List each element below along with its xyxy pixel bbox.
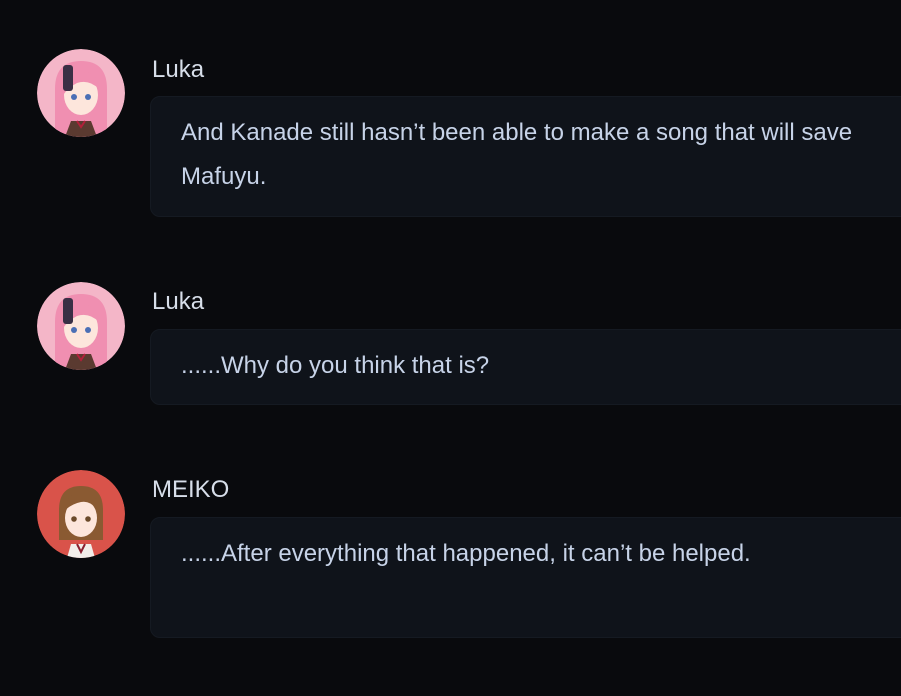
message-text: ......Why do you think that is?	[181, 352, 490, 379]
meiko-avatar-icon[interactable]	[37, 470, 125, 558]
luka-avatar-icon[interactable]	[37, 49, 125, 137]
message-text: ......After everything that happened, it…	[181, 540, 751, 567]
message-bubble: And Kanade still hasn’t been able to mak…	[150, 96, 901, 217]
speaker-name: Luka	[152, 288, 205, 315]
speaker-name: MEIKO	[152, 476, 230, 503]
message-bubble: ......After everything that happened, it…	[150, 517, 901, 638]
message-bubble: ......Why do you think that is?	[150, 329, 901, 405]
speaker-name: Luka	[152, 56, 205, 83]
message-text: And Kanade still hasn’t been able to mak…	[181, 119, 853, 190]
luka-avatar-icon[interactable]	[37, 282, 125, 370]
